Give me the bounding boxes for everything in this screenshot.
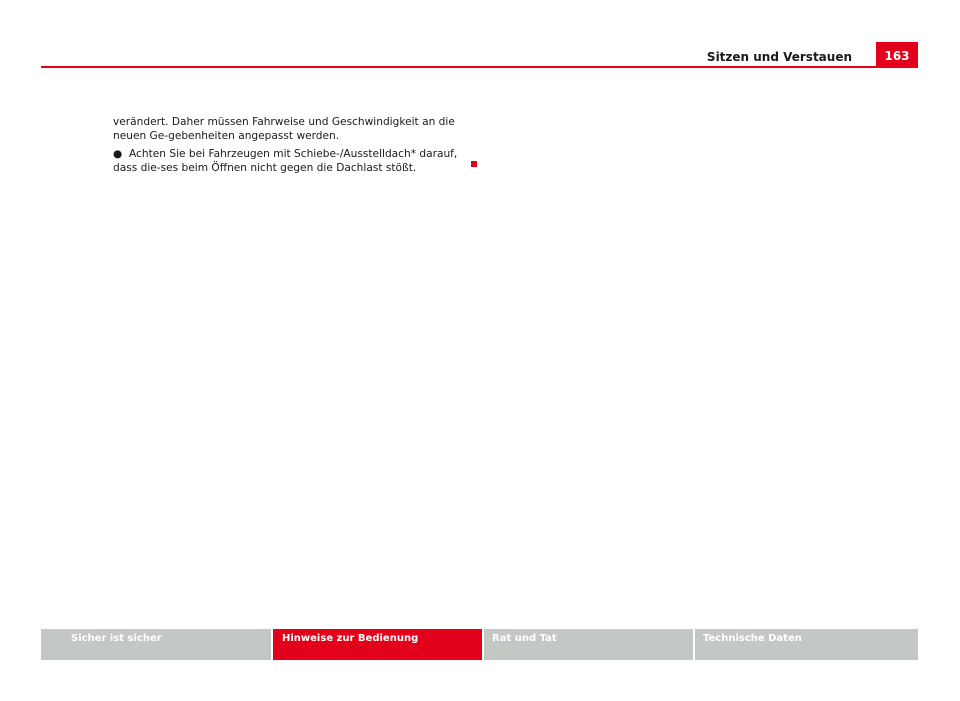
footer-tab-rat-und-tat[interactable]: Rat und Tat [484, 629, 693, 660]
section-end-marker-icon [471, 161, 477, 167]
bullet-item: ● Achten Sie bei Fahrzeugen mit Schiebe-/… [113, 147, 483, 175]
page-content: verändert. Daher müssen Fahrweise und Ge… [113, 115, 483, 179]
bullet-icon: ● [113, 148, 123, 160]
footer-tab-hinweise-zur-bedienung[interactable]: Hinweise zur Bedienung [273, 629, 482, 660]
body-paragraph: verändert. Daher müssen Fahrweise und Ge… [113, 116, 455, 142]
footer-tab-sicher-ist-sicher[interactable]: Sicher ist sicher [41, 629, 271, 660]
section-title: Sitzen und Verstauen [706, 50, 852, 64]
page-number: 163 [876, 42, 918, 68]
bullet-text: Achten Sie bei Fahrzeugen mit Schiebe-/A… [113, 148, 458, 174]
footer-tab-technische-daten[interactable]: Technische Daten [695, 629, 918, 660]
header-rule [41, 66, 918, 68]
footer-navigation: Sicher ist sicher Hinweise zur Bedienung… [41, 629, 918, 660]
